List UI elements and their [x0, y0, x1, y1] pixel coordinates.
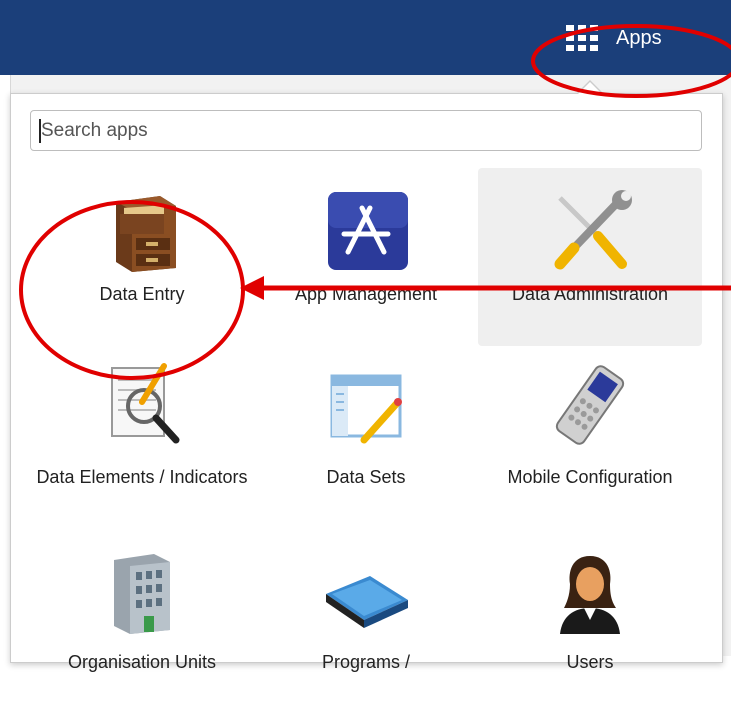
app-tile-data-elements-indicators[interactable]: Data Elements / Indicators	[30, 348, 254, 526]
app-tile-app-management[interactable]: App Management	[254, 168, 478, 346]
app-tile-data-entry[interactable]: Data Entry	[30, 168, 254, 346]
app-tile-data-sets[interactable]: Data Sets	[254, 348, 478, 526]
magnifier-document-icon	[111, 363, 180, 444]
text-cursor	[39, 119, 41, 143]
app-store-icon	[328, 192, 408, 270]
app-label: Data Elements / Indicators	[36, 467, 248, 487]
app-tile-organisation-units[interactable]: Organisation Units	[30, 536, 254, 714]
app-label: Users	[566, 652, 614, 672]
app-label: App Management	[294, 284, 438, 304]
window-pencil-icon	[330, 374, 402, 444]
top-bar: Apps	[0, 0, 731, 75]
office-building-icon	[114, 554, 170, 634]
app-label: Organisation Units	[67, 652, 217, 672]
book-icon	[326, 576, 408, 628]
app-label: Data Administration	[511, 284, 669, 304]
apps-menu-button[interactable]: Apps	[566, 20, 662, 56]
app-tile-users[interactable]: Users	[478, 536, 702, 714]
app-tile-mobile-configuration[interactable]: Mobile Configuration	[478, 348, 702, 526]
app-tile-programs[interactable]: Programs /	[254, 536, 478, 714]
filing-cabinet-icon	[116, 196, 176, 272]
wrench-screwdriver-icon	[554, 190, 632, 270]
app-label: Data Entry	[99, 284, 185, 304]
search-apps-input[interactable]	[30, 110, 702, 151]
grid-icon	[566, 25, 598, 51]
apps-label: Apps	[616, 26, 662, 49]
app-label: Data Sets	[326, 467, 406, 487]
dropdown-caret-fill	[577, 82, 603, 95]
mobile-phone-icon	[555, 365, 625, 445]
user-icon	[560, 556, 620, 634]
app-tile-data-administration[interactable]: Data Administration	[478, 168, 702, 346]
app-label: Programs /	[321, 652, 411, 672]
app-label: Mobile Configuration	[507, 467, 673, 487]
